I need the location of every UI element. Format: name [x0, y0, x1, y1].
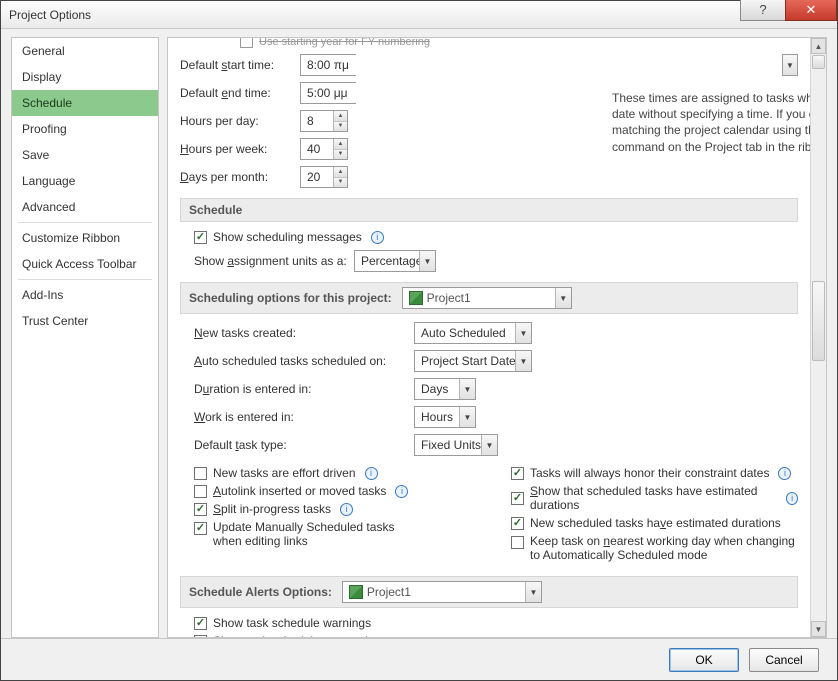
show-estimated-checkbox[interactable]	[511, 492, 524, 505]
ok-button[interactable]: OK	[669, 648, 739, 672]
new-tasks-created-label: New tasks created:	[194, 326, 414, 340]
info-icon[interactable]: i	[395, 485, 408, 498]
effort-driven-label: New tasks are effort driven	[213, 466, 356, 480]
days-per-month-input[interactable]: 20 ▲▼	[300, 166, 348, 188]
section-schedule: Schedule	[180, 198, 798, 222]
show-scheduling-messages-checkbox[interactable]	[194, 231, 207, 244]
info-icon[interactable]: i	[778, 467, 791, 480]
chevron-down-icon: ▼	[525, 582, 541, 602]
vertical-scrollbar[interactable]: ▲ ▼	[810, 38, 826, 637]
cancel-button[interactable]: Cancel	[749, 648, 819, 672]
project-icon	[409, 291, 423, 305]
keep-nearest-checkbox[interactable]	[511, 536, 524, 549]
effort-driven-checkbox[interactable]	[194, 467, 207, 480]
spin-up-icon: ▲	[334, 111, 347, 122]
sidebar-item-customize-ribbon[interactable]: Customize Ribbon	[12, 225, 158, 251]
days-per-month-label: Days per month:	[180, 170, 300, 184]
content-pane: Use starting year for FY numbering Defau…	[168, 38, 810, 637]
fy-numbering-label: Use starting year for FY numbering	[259, 38, 430, 48]
sidebar-item-display[interactable]: Display	[12, 64, 158, 90]
scroll-thumb[interactable]	[812, 281, 825, 361]
sidebar-item-general[interactable]: General	[12, 38, 158, 64]
section-alerts: Schedule Alerts Options: Project1 ▼	[180, 576, 798, 608]
show-scheduling-messages-label: Show scheduling messages	[213, 230, 362, 244]
dialog-footer: OK Cancel	[1, 638, 837, 680]
default-end-label: Default end time:	[180, 86, 300, 100]
window-title: Project Options	[9, 8, 91, 22]
keep-nearest-label: Keep task on nearest working day when ch…	[530, 534, 798, 562]
sidebar-item-proofing[interactable]: Proofing	[12, 116, 158, 142]
show-warnings-label: Show task schedule warnings	[213, 616, 371, 630]
spin-down-icon: ▼	[334, 122, 347, 132]
task-type-combo[interactable]: Fixed Units▼	[414, 434, 498, 456]
show-suggestions-label: Show task schedule suggestions	[213, 634, 387, 637]
sidebar-item-addins[interactable]: Add-Ins	[12, 282, 158, 308]
assignment-units-label: Show assignment units as a:	[194, 254, 354, 268]
split-tasks-checkbox[interactable]	[194, 503, 207, 516]
project-selector[interactable]: Project1 ▼	[402, 287, 572, 309]
default-end-time[interactable]: 5:00 μμ ▼	[300, 82, 356, 104]
sidebar-item-qat[interactable]: Quick Access Toolbar	[12, 251, 158, 277]
info-icon[interactable]: i	[786, 492, 798, 505]
new-tasks-combo[interactable]: Auto Scheduled▼	[414, 322, 532, 344]
new-estimated-label: New scheduled tasks have estimated durat…	[530, 516, 781, 530]
info-icon[interactable]: i	[371, 231, 384, 244]
default-task-type-label: Default task type:	[194, 438, 414, 452]
honor-constraints-checkbox[interactable]	[511, 467, 524, 480]
hours-per-day-label: Hours per day:	[180, 114, 300, 128]
update-manual-checkbox[interactable]	[194, 522, 207, 535]
scroll-up-icon[interactable]: ▲	[811, 38, 826, 54]
autolink-checkbox[interactable]	[194, 485, 207, 498]
update-manual-label: Update Manually Scheduled tasks when edi…	[213, 520, 413, 548]
autolink-label: Autolink inserted or moved tasks	[213, 484, 386, 498]
fy-numbering-checkbox[interactable]	[240, 38, 253, 48]
duration-label: Duration is entered in:	[194, 382, 414, 396]
close-button[interactable]: ✕	[785, 0, 837, 21]
work-label: Work is entered in:	[194, 410, 414, 424]
split-tasks-label: Split in-progress tasks	[213, 502, 331, 516]
auto-scheduled-on-label: Auto scheduled tasks scheduled on:	[194, 354, 414, 368]
section-scheduling-options: Scheduling options for this project: Pro…	[180, 282, 798, 314]
new-estimated-checkbox[interactable]	[511, 517, 524, 530]
sidebar-item-trust-center[interactable]: Trust Center	[12, 308, 158, 334]
chevron-down-icon: ▼	[555, 288, 571, 308]
hours-per-week-label: Hours per week:	[180, 142, 300, 156]
auto-scheduled-on-combo[interactable]: Project Start Date▼	[414, 350, 532, 372]
category-sidebar: General Display Schedule Proofing Save L…	[11, 37, 159, 638]
chevron-down-icon[interactable]: ▼	[782, 54, 798, 76]
cutoff-row: Use starting year for FY numbering	[180, 38, 798, 48]
sidebar-item-advanced[interactable]: Advanced	[12, 194, 158, 220]
sidebar-item-language[interactable]: Language	[12, 168, 158, 194]
calendar-help-text: These times are assigned to tasks when y…	[612, 90, 810, 155]
show-warnings-checkbox[interactable]	[194, 617, 207, 630]
scroll-thumb[interactable]	[812, 55, 825, 69]
scroll-down-icon[interactable]: ▼	[811, 621, 826, 637]
work-combo[interactable]: Hours▼	[414, 406, 476, 428]
sidebar-item-save[interactable]: Save	[12, 142, 158, 168]
show-estimated-label: Show that scheduled tasks have estimated…	[530, 484, 777, 512]
hours-per-week-input[interactable]: 40 ▲▼	[300, 138, 348, 160]
info-icon[interactable]: i	[340, 503, 353, 516]
hours-per-day-input[interactable]: 8 ▲▼	[300, 110, 348, 132]
duration-combo[interactable]: Days▼	[414, 378, 476, 400]
project-icon	[349, 585, 363, 599]
honor-constraints-label: Tasks will always honor their constraint…	[530, 466, 769, 480]
info-icon[interactable]: i	[365, 467, 378, 480]
alerts-project-selector[interactable]: Project1 ▼	[342, 581, 542, 603]
assignment-units-combo[interactable]: Percentage ▼	[354, 250, 436, 272]
default-start-time[interactable]: 8:00 πμ ▼	[300, 54, 356, 76]
help-button[interactable]: ?	[740, 0, 786, 21]
show-suggestions-checkbox[interactable]	[194, 635, 207, 638]
default-start-label: Default start time:	[180, 58, 300, 72]
options-dialog: Project Options ? ✕ General Display Sche…	[0, 0, 838, 681]
titlebar: Project Options ? ✕	[1, 1, 837, 29]
sidebar-item-schedule[interactable]: Schedule	[12, 90, 158, 116]
chevron-down-icon: ▼	[419, 251, 435, 271]
